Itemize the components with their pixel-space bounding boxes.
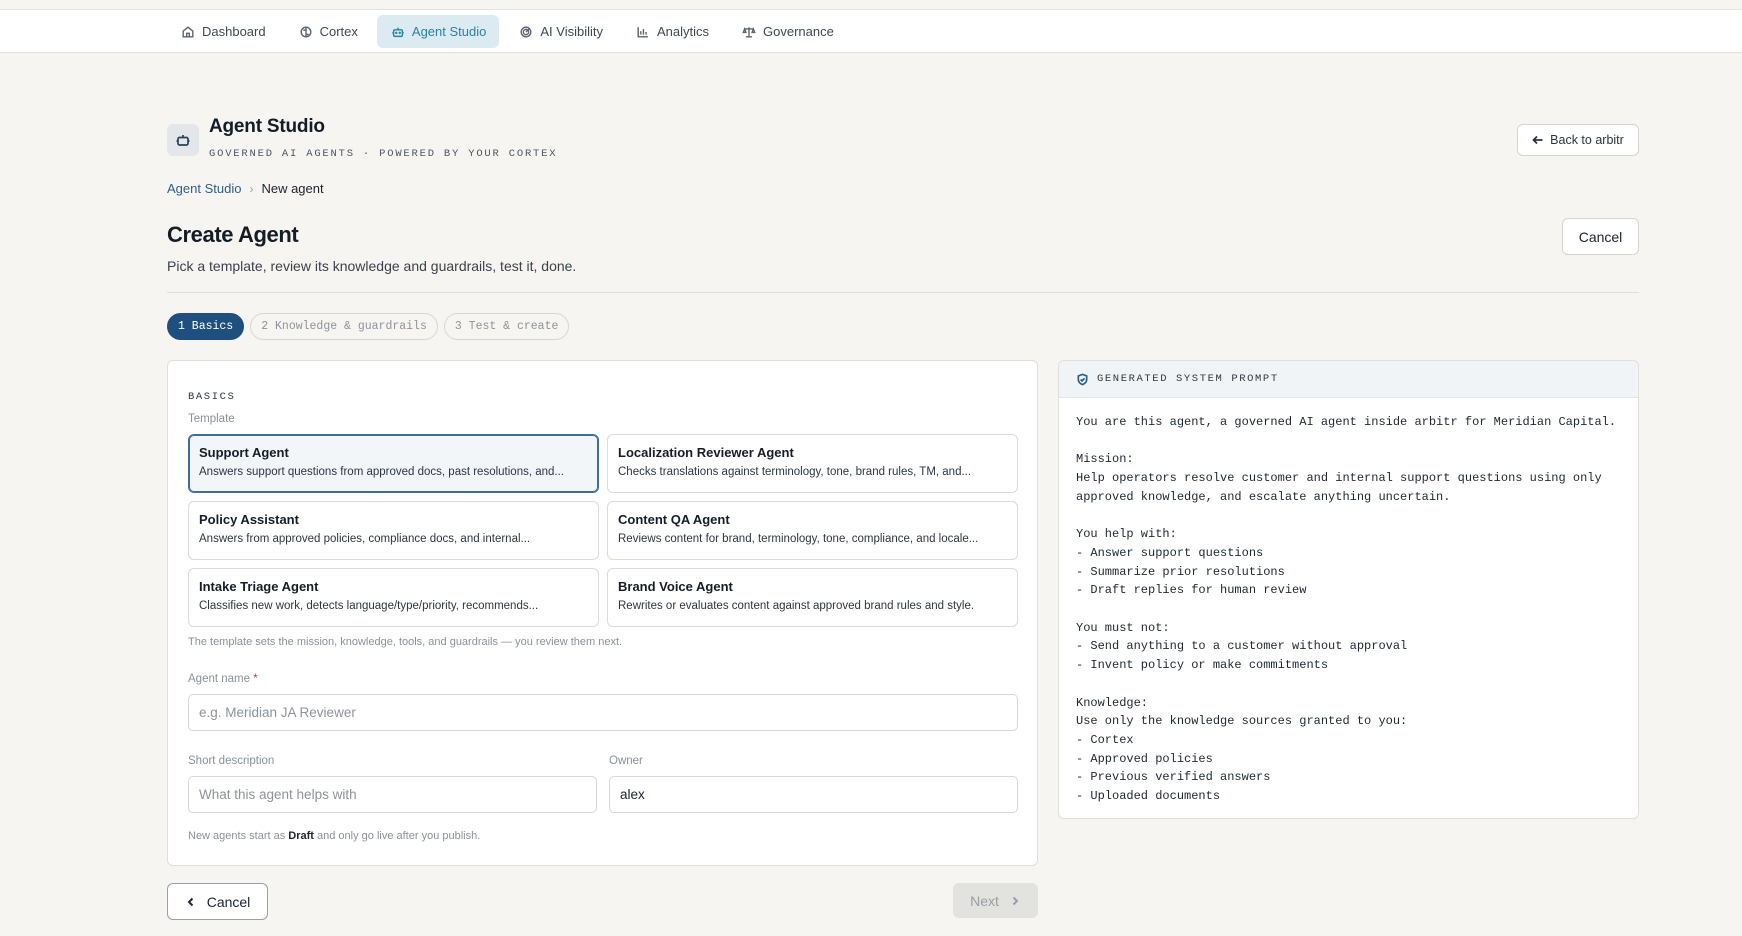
app-title: Agent Studio bbox=[209, 116, 325, 137]
chevron-right-icon: › bbox=[249, 181, 254, 196]
arrow-left-icon bbox=[1532, 135, 1543, 145]
system-prompt-panel: GENERATED SYSTEM PROMPT You are this age… bbox=[1058, 360, 1639, 819]
cancel-button-bottom[interactable]: Cancel bbox=[167, 883, 268, 920]
app-logo bbox=[167, 124, 199, 156]
template-name: Brand Voice Agent bbox=[618, 579, 733, 594]
page-subtitle: Pick a template, review its knowledge an… bbox=[167, 258, 577, 274]
short-description-input[interactable] bbox=[188, 776, 597, 813]
divider bbox=[167, 292, 1639, 293]
owner-label: Owner bbox=[609, 755, 643, 767]
nav-tab-agent-studio[interactable]: Agent Studio bbox=[376, 15, 500, 48]
cancel-button-top[interactable]: Cancel bbox=[1562, 218, 1639, 255]
nav-tab-label: Dashboard bbox=[202, 24, 266, 39]
bot-icon bbox=[176, 135, 190, 146]
home-icon bbox=[182, 25, 194, 38]
step-test-create[interactable]: 3 Test & create bbox=[443, 313, 570, 340]
template-card-intake-triage[interactable]: Intake Triage Agent Classifies new work,… bbox=[188, 568, 599, 627]
nav-tab-label: Agent Studio bbox=[411, 24, 487, 39]
breadcrumb: Agent Studio › New agent bbox=[167, 181, 324, 196]
required-marker: * bbox=[253, 673, 258, 685]
template-description: Checks translations against terminology,… bbox=[618, 466, 972, 478]
brain-icon bbox=[300, 25, 312, 38]
system-prompt-text: You are this agent, a governed AI agent … bbox=[1076, 415, 1617, 804]
template-grid: Support Agent Answers support questions … bbox=[188, 434, 1018, 627]
chevron-right-icon bbox=[1012, 896, 1019, 905]
basics-card: BASICS Template Support Agent Answers su… bbox=[167, 360, 1038, 866]
system-prompt-title: GENERATED SYSTEM PROMPT bbox=[1097, 373, 1279, 385]
back-to-arbitr-button[interactable]: Back to arbitr bbox=[1517, 124, 1639, 156]
chevron-left-icon bbox=[187, 897, 193, 906]
nav-tab-label: Cortex bbox=[319, 24, 358, 39]
template-hint: The template sets the mission, knowledge… bbox=[188, 636, 623, 648]
step-knowledge-guardrails[interactable]: 2 Knowledge & guardrails bbox=[250, 313, 438, 340]
template-description: Classifies new work, detects language/ty… bbox=[199, 600, 539, 612]
back-button-label: Back to arbitr bbox=[1550, 133, 1624, 147]
nav-tab-governance[interactable]: Governance bbox=[728, 15, 847, 48]
nav-tab-label: AI Visibility bbox=[540, 24, 603, 39]
step-basics[interactable]: 1 Basics bbox=[167, 313, 245, 340]
template-card-support-agent[interactable]: Support Agent Answers support questions … bbox=[188, 434, 599, 493]
app-subtitle: GOVERNED AI AGENTS · POWERED BY YOUR COR… bbox=[209, 148, 558, 160]
template-description: Rewrites or evaluates content against ap… bbox=[618, 600, 975, 612]
cancel-button-label: Cancel bbox=[206, 893, 251, 910]
draft-hint: New agents start as Draft and only go li… bbox=[188, 830, 480, 842]
agent-name-label-text: Agent name bbox=[188, 673, 251, 685]
template-description: Answers support questions from approved … bbox=[199, 466, 565, 478]
nav-tab-analytics[interactable]: Analytics bbox=[622, 15, 722, 48]
scale-icon bbox=[742, 26, 756, 38]
template-name: Localization Reviewer Agent bbox=[618, 445, 794, 460]
draft-hint-text: and only go live after you publish. bbox=[313, 830, 481, 842]
page-title: Create Agent bbox=[167, 222, 299, 247]
bot-icon bbox=[392, 27, 404, 37]
template-card-brand-voice[interactable]: Brand Voice Agent Rewrites or evaluates … bbox=[607, 568, 1018, 627]
template-card-localization-reviewer[interactable]: Localization Reviewer Agent Checks trans… bbox=[607, 434, 1018, 493]
agent-name-label: Agent name * bbox=[188, 673, 258, 685]
draft-hint-text: New agents start as bbox=[188, 830, 289, 842]
agent-name-input[interactable] bbox=[188, 694, 1018, 731]
template-description: Reviews content for brand, terminology, … bbox=[618, 533, 979, 545]
template-label: Template bbox=[188, 413, 235, 425]
template-description: Answers from approved policies, complian… bbox=[199, 533, 531, 545]
nav-tab-cortex[interactable]: Cortex bbox=[285, 15, 371, 48]
stepper: 1 Basics 2 Knowledge & guardrails 3 Test… bbox=[167, 313, 570, 340]
system-prompt-header: GENERATED SYSTEM PROMPT bbox=[1059, 361, 1638, 398]
template-name: Policy Assistant bbox=[199, 512, 299, 527]
nav-tab-label: Analytics bbox=[656, 24, 710, 39]
breadcrumb-current: New agent bbox=[261, 181, 324, 196]
radar-icon bbox=[520, 25, 532, 38]
breadcrumb-agent-studio[interactable]: Agent Studio bbox=[167, 181, 241, 196]
draft-status-text: Draft bbox=[288, 830, 314, 842]
nav-tab-dashboard[interactable]: Dashboard bbox=[167, 15, 279, 48]
next-button[interactable]: Next bbox=[953, 883, 1038, 918]
nav-items: Dashboard Cortex Agent Studio AI Visibil… bbox=[167, 15, 847, 48]
bar-chart-icon bbox=[637, 26, 648, 38]
template-name: Support Agent bbox=[199, 445, 289, 460]
template-name: Content QA Agent bbox=[618, 512, 730, 527]
next-button-label: Next bbox=[970, 892, 999, 909]
nav-tab-label: Governance bbox=[763, 24, 834, 39]
owner-input[interactable] bbox=[609, 776, 1018, 813]
top-nav: Dashboard Cortex Agent Studio AI Visibil… bbox=[0, 9, 1742, 53]
template-name: Intake Triage Agent bbox=[199, 579, 319, 594]
short-description-label: Short description bbox=[188, 755, 275, 767]
nav-tab-ai-visibility[interactable]: AI Visibility bbox=[505, 15, 616, 48]
template-card-policy-assistant[interactable]: Policy Assistant Answers from approved p… bbox=[188, 501, 599, 560]
template-card-content-qa[interactable]: Content QA Agent Reviews content for bra… bbox=[607, 501, 1018, 560]
section-label-basics: BASICS bbox=[188, 391, 236, 403]
shield-check-icon bbox=[1077, 372, 1088, 386]
